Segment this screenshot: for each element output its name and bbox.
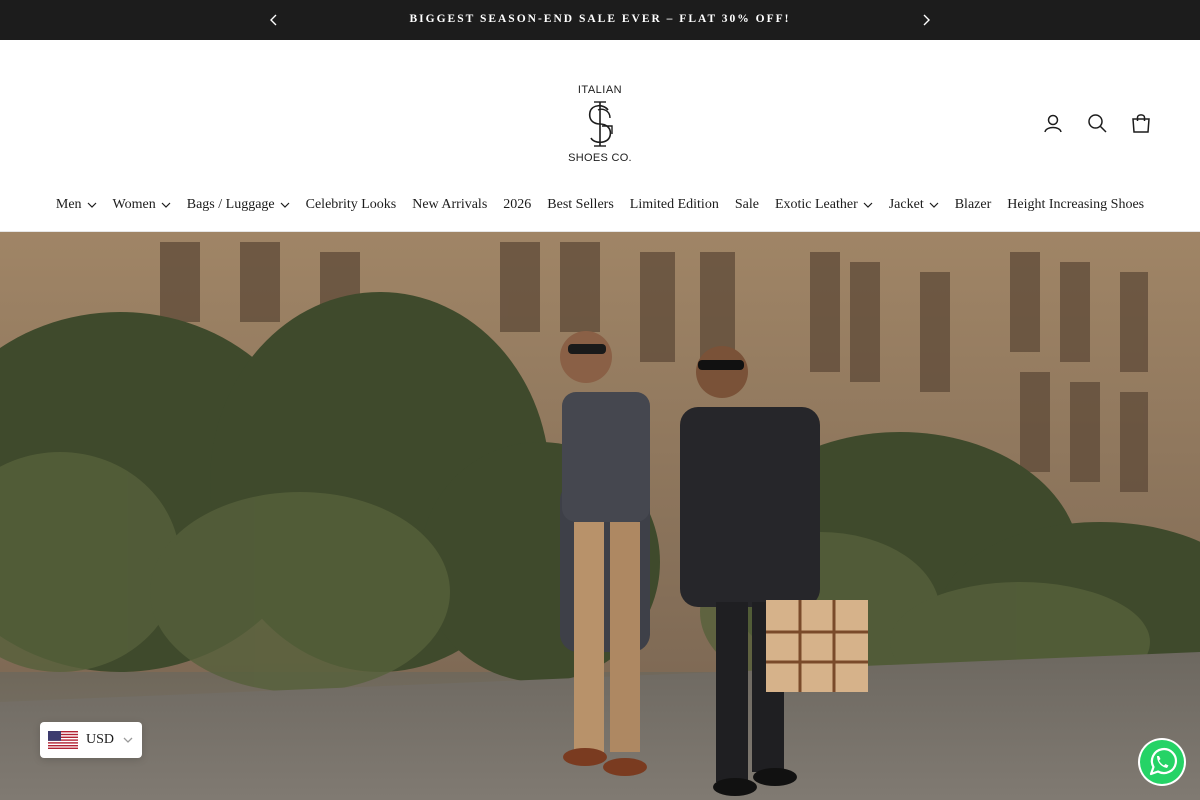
nav-item-label: Limited Edition (629, 197, 719, 212)
announcement-bar: BIGGEST SEASON-END SALE EVER – FLAT 30% … (0, 0, 1200, 40)
chevron-down-icon (123, 737, 133, 743)
currency-code: USD (86, 732, 115, 747)
us-flag-icon (48, 731, 78, 749)
hero-image (0, 232, 1200, 800)
search-icon[interactable] (1086, 112, 1108, 134)
announcement-text[interactable]: BIGGEST SEASON-END SALE EVER – FLAT 30% … (0, 13, 1200, 25)
nav-item-celebrity-looks[interactable]: Celebrity Looks (306, 197, 397, 213)
nav-item-limited-edition[interactable]: Limited Edition (630, 197, 719, 213)
chevron-down-icon (161, 202, 171, 208)
nav-item-men[interactable]: Men (56, 197, 97, 213)
nav-item-label: New Arrivals (412, 197, 488, 212)
hero-banner[interactable] (0, 232, 1200, 800)
chevron-down-icon (280, 202, 290, 208)
nav-item-label: Celebrity Looks (305, 197, 397, 212)
logo-monogram-icon (588, 101, 613, 147)
whatsapp-icon (1140, 740, 1184, 784)
currency-selector[interactable]: USD (40, 722, 142, 758)
chevron-right-icon[interactable] (917, 11, 935, 29)
nav-item-sale[interactable]: Sale (735, 197, 759, 213)
nav-item-label: Sale (734, 197, 759, 212)
nav-item-new-arrivals[interactable]: New Arrivals (412, 197, 487, 213)
nav-item-label: Height Increasing Shoes (1007, 197, 1145, 212)
nav-item-label: Best Sellers (547, 197, 614, 212)
nav-item-label: 2026 (503, 197, 532, 212)
brand-logo[interactable]: ITALIAN SHOES CO. (563, 84, 637, 164)
nav-item-blazer[interactable]: Blazer (955, 197, 992, 213)
nav-item-exotic-leather[interactable]: Exotic Leather (775, 197, 873, 213)
nav-item-label: Blazer (954, 197, 992, 212)
nav-item-label: Men (55, 197, 82, 212)
chevron-down-icon (863, 202, 873, 208)
nav-item-2026[interactable]: 2026 (503, 197, 531, 213)
header-icons (1042, 112, 1152, 134)
chevron-down-icon (929, 202, 939, 208)
nav-item-jacket[interactable]: Jacket (889, 197, 939, 213)
nav-item-label: Jacket (888, 197, 924, 212)
cart-icon[interactable] (1130, 112, 1152, 134)
whatsapp-button[interactable] (1138, 738, 1186, 786)
nav-item-label: Exotic Leather (774, 197, 858, 212)
nav-item-best-sellers[interactable]: Best Sellers (547, 197, 614, 213)
site-header: ITALIAN SHOES CO. Men Women Bags / Lugga… (0, 40, 1200, 232)
nav-item-women[interactable]: Women (113, 197, 171, 213)
chevron-down-icon (87, 202, 96, 208)
account-icon[interactable] (1042, 112, 1064, 134)
logo-bottom-text: SHOES CO. (568, 152, 632, 164)
logo-top-text: ITALIAN (577, 84, 623, 96)
main-nav: Men Women Bags / Luggage Celebrity Looks… (0, 197, 1200, 213)
nav-item-bags-luggage[interactable]: Bags / Luggage (187, 197, 290, 213)
nav-item-label: Bags / Luggage (186, 197, 275, 212)
nav-item-label: Women (112, 197, 156, 212)
nav-item-height-increasing-shoes[interactable]: Height Increasing Shoes (1007, 197, 1144, 213)
